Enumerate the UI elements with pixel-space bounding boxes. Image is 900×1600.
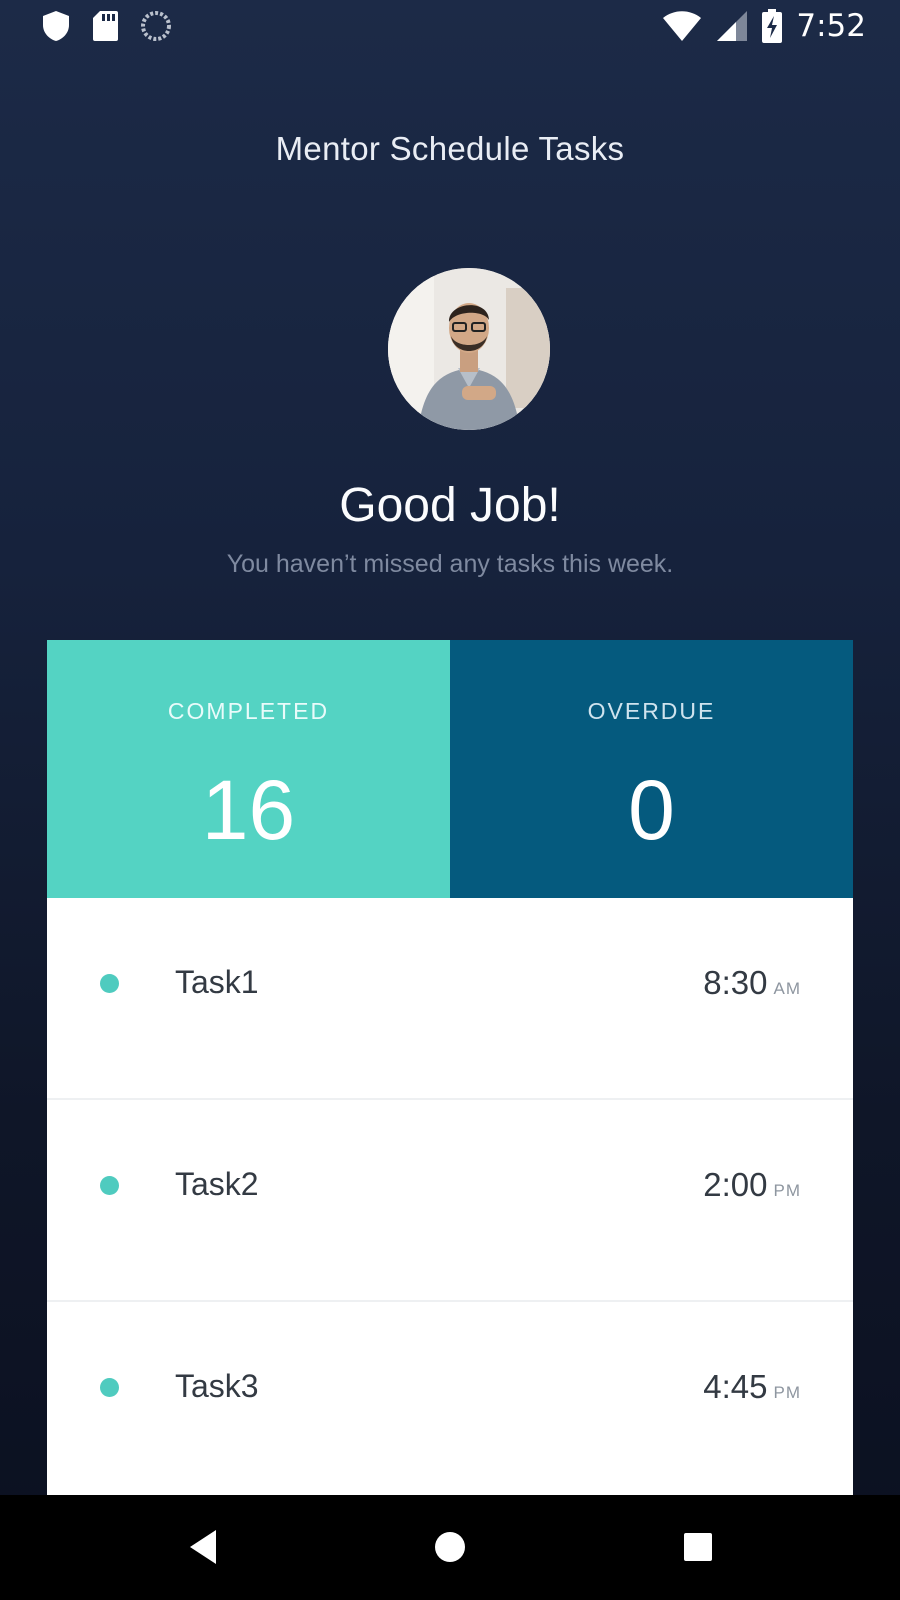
stats-panel: COMPLETED 16 OVERDUE 0 [47, 640, 853, 898]
cell-signal-icon [717, 11, 748, 41]
overdue-value: 0 [628, 763, 675, 857]
task-time: 2:00 PM [703, 1166, 801, 1204]
status-dot-icon [100, 1378, 119, 1397]
list-item[interactable]: Task2 2:00 PM [47, 1100, 853, 1302]
completed-value: 16 [201, 763, 296, 857]
sd-card-icon [93, 11, 118, 41]
back-icon[interactable] [184, 1525, 228, 1569]
headline: Good Job! [339, 479, 561, 532]
status-bar: 7:52 [0, 0, 900, 54]
task-time-value: 8:30 [703, 964, 768, 1001]
wifi-icon [663, 11, 702, 41]
home-icon[interactable] [428, 1525, 472, 1569]
completed-label: COMPLETED [167, 698, 330, 724]
shield-icon [43, 11, 69, 41]
recents-icon[interactable] [676, 1525, 720, 1569]
avatar[interactable] [388, 268, 550, 430]
navigation-bar [0, 1495, 900, 1600]
task-list: Task1 8:30 AM Task2 2:00 PM Task3 4:45 PM [47, 898, 853, 1495]
overdue-label: OVERDUE [587, 698, 716, 724]
status-dot-icon [100, 1176, 119, 1195]
completed-stat[interactable]: COMPLETED 16 [47, 640, 450, 898]
task-time-ampm: PM [773, 1181, 801, 1200]
task-name: Task3 [175, 1368, 259, 1404]
task-time: 4:45 PM [703, 1368, 801, 1406]
task-name: Task1 [175, 964, 259, 1000]
status-time: 7:52 [796, 8, 866, 44]
sync-icon [141, 11, 171, 41]
task-time-value: 2:00 [703, 1166, 768, 1203]
status-bar-left [42, 10, 172, 42]
task-time-ampm: PM [773, 1383, 801, 1402]
subline: You haven’t missed any tasks this week. [226, 550, 674, 578]
list-item[interactable]: Task3 4:45 PM [47, 1302, 853, 1495]
status-dot-icon [100, 974, 119, 993]
task-time-ampm: AM [773, 979, 801, 998]
overdue-stat[interactable]: OVERDUE 0 [450, 640, 853, 898]
status-bar-right: 7:52 [662, 8, 866, 44]
task-time-value: 4:45 [703, 1368, 768, 1405]
battery-charging-icon [762, 9, 783, 43]
task-time: 8:30 AM [703, 964, 801, 1002]
task-name: Task2 [175, 1166, 259, 1202]
page-title: Mentor Schedule Tasks [275, 130, 625, 167]
list-item[interactable]: Task1 8:30 AM [47, 898, 853, 1100]
mentor-photo [388, 268, 550, 430]
